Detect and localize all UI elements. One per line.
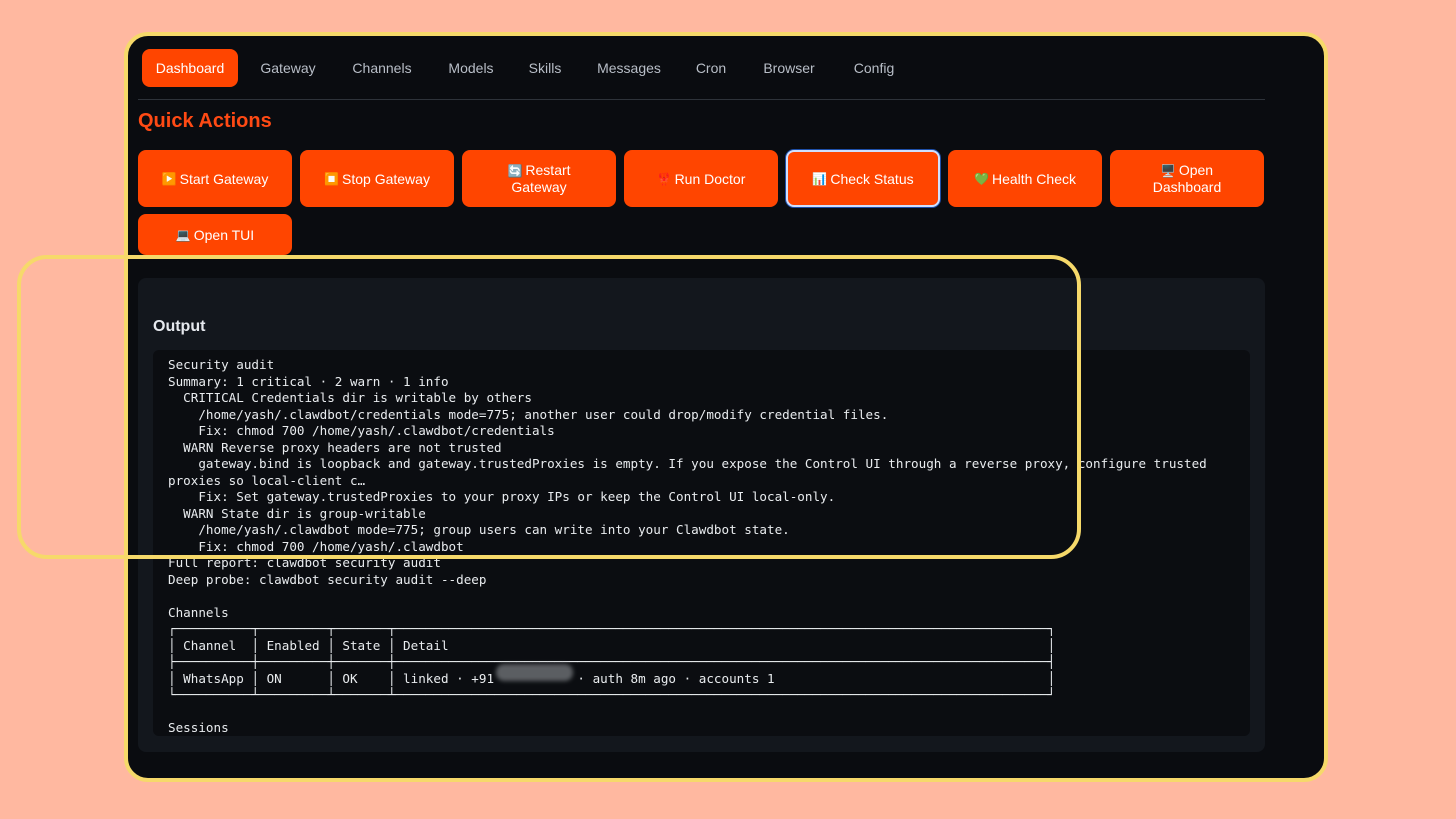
laptop-icon: 💻 (175, 227, 191, 242)
stop-gateway-button[interactable]: ⏹️ Stop Gateway (300, 150, 454, 207)
quick-actions-title: Quick Actions (138, 110, 272, 132)
tab-cron[interactable]: Cron (684, 49, 738, 87)
open-dashboard-button[interactable]: 🖥️ Open Dashboard (1110, 150, 1264, 207)
play-icon: ▶️ (161, 171, 177, 186)
chart-icon: 📊 (812, 171, 828, 186)
top-nav: Dashboard Gateway Channels Models Skills… (138, 49, 1265, 100)
tab-skills[interactable]: Skills (516, 49, 574, 87)
lobster-icon: 🦞 (656, 171, 672, 186)
open-tui-button[interactable]: 💻 Open TUI (138, 214, 292, 255)
open-dashboard-text: 🖥️ Open Dashboard (1147, 162, 1227, 195)
health-check-button[interactable]: 💚 Health Check (948, 150, 1102, 207)
tab-models[interactable]: Models (436, 49, 506, 87)
tab-config[interactable]: Config (840, 49, 908, 87)
restart-gateway-button[interactable]: 🔄 Restart Gateway (462, 150, 616, 207)
check-status-label: Check Status (830, 170, 914, 187)
app-window: Dashboard Gateway Channels Models Skills… (124, 32, 1328, 782)
stop-icon: ⏹️ (324, 171, 339, 186)
output-title: Output (153, 318, 206, 335)
console-text: Security audit Summary: 1 critical · 2 w… (168, 357, 1207, 735)
desktop-icon: 🖥️ (1160, 164, 1176, 178)
tab-messages[interactable]: Messages (584, 49, 674, 87)
redacted-phone-number (496, 664, 573, 681)
output-console[interactable]: Security audit Summary: 1 critical · 2 w… (153, 350, 1250, 736)
start-gateway-label: Start Gateway (179, 170, 269, 187)
restart-gateway-text: 🔄 Restart Gateway (494, 162, 584, 195)
tab-dashboard[interactable]: Dashboard (142, 49, 238, 87)
open-tui-label: Open TUI (193, 226, 255, 243)
tab-channels[interactable]: Channels (338, 49, 426, 87)
health-check-label: Health Check (991, 170, 1076, 187)
check-status-button[interactable]: 📊 Check Status (786, 150, 940, 207)
tab-gateway[interactable]: Gateway (248, 49, 328, 87)
refresh-icon: 🔄 (507, 164, 523, 178)
run-doctor-label: Run Doctor (674, 170, 746, 187)
start-gateway-button[interactable]: ▶️ Start Gateway (138, 150, 292, 207)
stop-gateway-label: Stop Gateway (342, 170, 430, 187)
green-heart-icon: 💚 (974, 171, 989, 186)
tab-browser[interactable]: Browser (748, 49, 830, 87)
run-doctor-button[interactable]: 🦞 Run Doctor (624, 150, 778, 207)
